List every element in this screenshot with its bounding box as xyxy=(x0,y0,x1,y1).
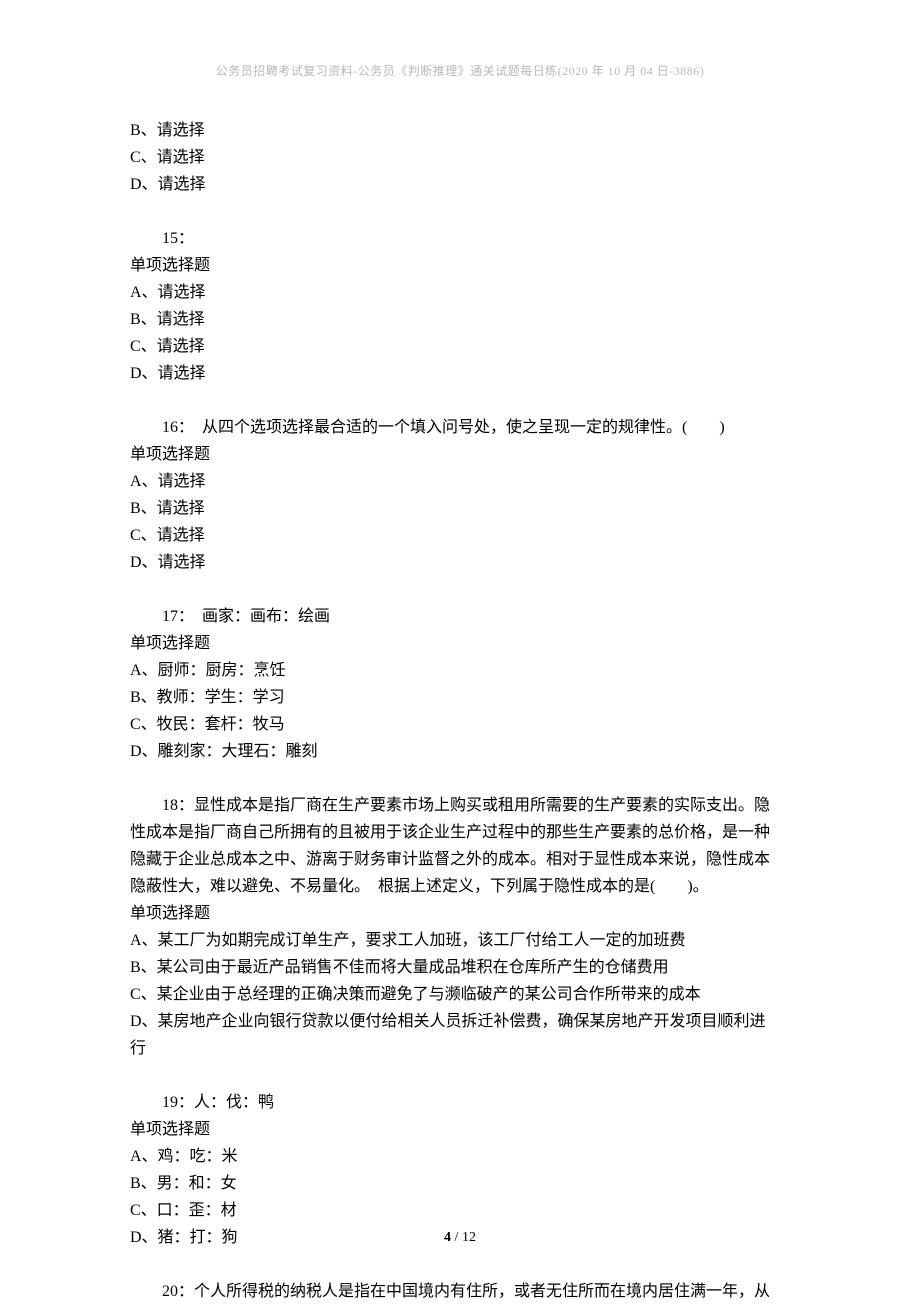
q17-type: 单项选择题 xyxy=(130,630,790,657)
q19-option-c: C、口：歪：材 xyxy=(130,1197,790,1224)
q15-option-a: A、请选择 xyxy=(130,279,790,306)
q15-number: 15： xyxy=(130,225,790,252)
page-current: 4 xyxy=(444,1230,451,1245)
q16-option-c: C、请选择 xyxy=(130,522,790,549)
q17-option-b: B、教师：学生：学习 xyxy=(130,684,790,711)
q17-option-a: A、厨师：厨房：烹饪 xyxy=(130,657,790,684)
q19-option-a: A、鸡：吃：米 xyxy=(130,1143,790,1170)
q18-option-b: B、某公司由于最近产品销售不佳而将大量成品堆积在仓库所产生的仓储费用 xyxy=(130,954,790,981)
spacer xyxy=(130,1251,790,1278)
q18-option-c: C、某企业由于总经理的正确决策而避免了与濒临破产的某公司合作所带来的成本 xyxy=(130,981,790,1008)
q14-option-c: C、请选择 xyxy=(130,144,790,171)
q14-option-d: D、请选择 xyxy=(130,171,790,198)
spacer xyxy=(130,387,790,414)
spacer xyxy=(130,576,790,603)
q18-stem-l3: 隐藏于企业总成本之中、游离于财务审计监督之外的成本。相对于显性成本来说，隐性成本 xyxy=(130,846,790,873)
q18-option-a: A、某工厂为如期完成订单生产，要求工人加班，该工厂付给工人一定的加班费 xyxy=(130,927,790,954)
page: 公务员招聘考试复习资料-公务员《判断推理》通关试题每日练(2020 年 10 月… xyxy=(0,0,920,1302)
page-total: 12 xyxy=(462,1230,476,1245)
q15-option-c: C、请选择 xyxy=(130,333,790,360)
q16-option-a: A、请选择 xyxy=(130,468,790,495)
q15-option-d: D、请选择 xyxy=(130,360,790,387)
q18-type: 单项选择题 xyxy=(130,900,790,927)
q15-option-b: B、请选择 xyxy=(130,306,790,333)
q18-stem-l2: 性成本是指厂商自己所拥有的且被用于该企业生产过程中的那些生产要素的总价格，是一种 xyxy=(130,819,790,846)
q17-stem: 17： 画家：画布：绘画 xyxy=(130,603,790,630)
q17-option-d: D、雕刻家：大理石：雕刻 xyxy=(130,738,790,765)
q18-option-d-l2: 行 xyxy=(130,1035,790,1062)
q16-option-d: D、请选择 xyxy=(130,549,790,576)
spacer xyxy=(130,765,790,792)
q19-type: 单项选择题 xyxy=(130,1116,790,1143)
q15-type: 单项选择题 xyxy=(130,252,790,279)
q18-stem-l1: 18：显性成本是指厂商在生产要素市场上购买或租用所需要的生产要素的实际支出。隐 xyxy=(130,792,790,819)
page-header: 公务员招聘考试复习资料-公务员《判断推理》通关试题每日练(2020 年 10 月… xyxy=(130,62,790,79)
q14-option-b: B、请选择 xyxy=(130,117,790,144)
q18-stem-l4: 隐蔽性大，难以避免、不易量化。 根据上述定义，下列属于隐性成本的是( )。 xyxy=(130,873,790,900)
q19-stem: 19：人：伐：鸭 xyxy=(130,1089,790,1116)
spacer xyxy=(130,198,790,225)
q16-stem: 16： 从四个选项选择最合适的一个填入问号处，使之呈现一定的规律性。( ) xyxy=(130,414,790,441)
page-sep: / xyxy=(451,1230,462,1245)
q18-option-d-l1: D、某房地产企业向银行贷款以便付给相关人员拆迁补偿费，确保某房地产开发项目顺利进 xyxy=(130,1008,790,1035)
q20-stem: 20：个人所得税的纳税人是指在中国境内有住所，或者无住所而在境内居住满一年，从 xyxy=(130,1278,790,1305)
content-body: B、请选择 C、请选择 D、请选择 15： 单项选择题 A、请选择 B、请选择 … xyxy=(130,117,790,1305)
page-footer: 4 / 12 xyxy=(0,1230,920,1246)
q17-option-c: C、牧民：套杆：牧马 xyxy=(130,711,790,738)
spacer xyxy=(130,1062,790,1089)
q19-option-b: B、男：和：女 xyxy=(130,1170,790,1197)
q16-option-b: B、请选择 xyxy=(130,495,790,522)
q16-type: 单项选择题 xyxy=(130,441,790,468)
